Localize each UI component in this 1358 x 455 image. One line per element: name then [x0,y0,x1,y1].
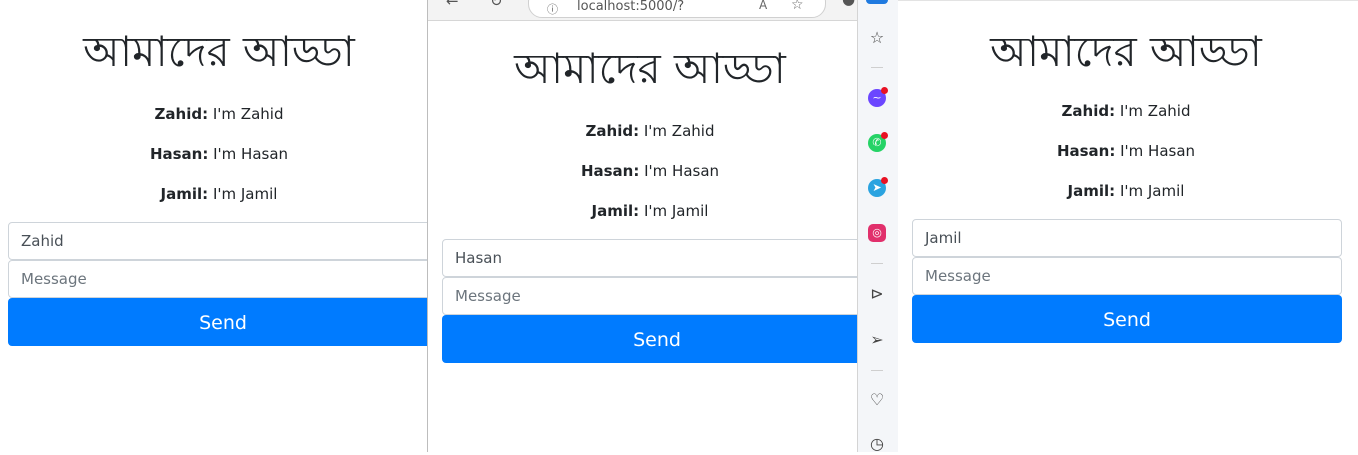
heart-icon[interactable]: ♡ [866,389,888,411]
list-item: Jamil: I'm Jamil [8,174,430,214]
message-text: I'm Zahid [643,122,715,140]
message-input[interactable]: Message [442,277,858,315]
chat-form: Hasan Message Send [442,239,858,363]
message-input[interactable]: Message [912,257,1342,295]
list-item: Zahid: I'm Zahid [8,94,430,134]
name-input[interactable]: Hasan [442,239,858,277]
sidebar-divider [871,370,883,371]
message-text: I'm Zahid [212,105,284,123]
message-list: Zahid: I'm Zahid Hasan: I'm Hasan Jamil:… [8,94,430,214]
message-text: I'm Jamil [212,185,278,203]
message-sender: Zahid: [1061,102,1116,120]
list-item: Hasan: I'm Hasan [898,131,1354,171]
search-icon[interactable] [866,0,888,4]
window-left: আমাদের আড্ডা Zahid: I'm Zahid Hasan: I'm… [0,0,430,452]
notification-dot [881,177,888,184]
page-title: আমাদের আড্ডা [514,44,786,93]
read-aloud-icon[interactable]: A [759,0,767,12]
star-icon[interactable]: ☆ [866,27,888,49]
name-input[interactable]: Zahid [8,222,430,260]
message-sender: Jamil: [1067,182,1116,200]
message-list: Zahid: I'm Zahid Hasan: I'm Hasan Jamil:… [898,91,1354,211]
telegram-icon[interactable]: ➤ [868,177,888,197]
message-sender: Hasan: [580,162,640,180]
send-button[interactable]: Send [912,295,1342,343]
notification-dot [881,87,888,94]
message-text: I'm Hasan [213,145,289,163]
add-favorite-icon[interactable]: ☆ [791,0,804,13]
send-icon[interactable]: ➢ [866,329,888,351]
play-icon[interactable]: ⊳ [866,283,888,305]
edge-sidebar: ☆ ~ ✆ ➤ ◎ ⊳ ➢ ♡ ◷ [857,0,898,453]
message-sender: Zahid: [585,122,640,140]
message-sender: Hasan: [149,145,209,163]
send-button[interactable]: Send [8,298,430,346]
page-title: আমাদের আড্ডা [83,27,355,76]
chat-app: আমাদের আড্ডা Zahid: I'm Zahid Hasan: I'm… [898,28,1354,211]
profile-icon[interactable]: ● [842,0,855,8]
whatsapp-icon[interactable]: ✆ [868,132,888,152]
message-sender: Jamil: [591,202,640,220]
sidebar-divider [871,67,883,68]
list-item: Zahid: I'm Zahid [898,91,1354,131]
list-item: Hasan: I'm Hasan [8,134,430,174]
messenger-icon[interactable]: ~ [868,87,888,107]
message-text: I'm Hasan [644,162,720,180]
message-text: I'm Jamil [1119,182,1185,200]
send-button[interactable]: Send [442,315,858,363]
message-list: Zahid: I'm Zahid Hasan: I'm Hasan Jamil:… [442,111,858,231]
list-item: Jamil: I'm Jamil [898,171,1354,211]
notification-dot [881,132,888,139]
chat-app: আমাদের আড্ডা Zahid: I'm Zahid Hasan: I'm… [442,45,858,231]
address-bar[interactable]: ⓘ localhost:5000/? A ☆ [528,0,826,18]
back-icon[interactable]: ← [446,0,459,10]
message-text: I'm Jamil [643,202,709,220]
chat-app: আমাদের আড্ডা Zahid: I'm Zahid Hasan: I'm… [8,28,430,214]
chat-form: Jamil Message Send [912,219,1342,343]
chat-form: Zahid Message Send [8,222,430,346]
instagram-icon[interactable]: ◎ [868,224,886,242]
page-title: আমাদের আড্ডা [990,27,1262,76]
message-input[interactable]: Message [8,260,430,298]
refresh-icon[interactable]: ↻ [490,0,503,10]
message-sender: Jamil: [160,185,209,203]
message-sender: Zahid: [154,105,209,123]
message-sender: Hasan: [1056,142,1116,160]
message-text: I'm Zahid [1119,102,1191,120]
sidebar-divider [871,263,883,264]
window-center: ← ↻ ⓘ localhost:5000/? A ☆ ● আমাদের আড্ড… [427,0,858,452]
list-item: Zahid: I'm Zahid [442,111,858,151]
window-right: আমাদের আড্ডা Zahid: I'm Zahid Hasan: I'm… [898,0,1358,453]
browser-toolbar: ← ↻ ⓘ localhost:5000/? A ☆ ● [428,0,858,21]
message-text: I'm Hasan [1120,142,1196,160]
list-item: Jamil: I'm Jamil [442,191,858,231]
list-item: Hasan: I'm Hasan [442,151,858,191]
name-input[interactable]: Jamil [912,219,1342,257]
info-icon[interactable]: ⓘ [547,1,558,17]
address-text[interactable]: localhost:5000/? [577,0,684,14]
